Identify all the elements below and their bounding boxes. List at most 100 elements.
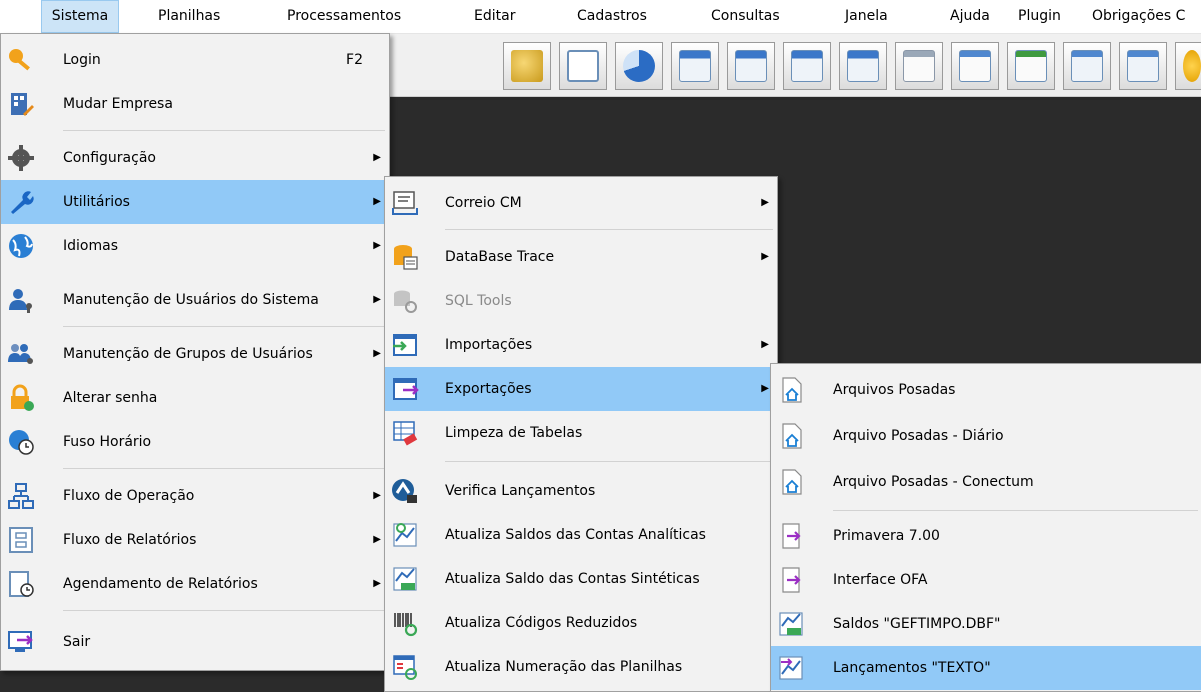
menu-item-atualiza-analiticas[interactable]: Atualiza Saldos das Contas Analíticas	[385, 513, 777, 557]
label: Saldos "GEFTIMPO.DBF"	[833, 616, 1001, 632]
label: Atualiza Códigos Reduzidos	[445, 615, 638, 631]
submenu-arrow-icon: ▶	[373, 294, 381, 305]
copy-chart-icon[interactable]	[559, 42, 607, 90]
pie-chart-icon[interactable]	[615, 42, 663, 90]
menu-item-configuracao[interactable]: Configuração ▶	[1, 136, 389, 180]
submenu-arrow-icon: ▶	[373, 490, 381, 501]
separator	[63, 130, 385, 131]
menu-item-saldos-geftimpo[interactable]: Saldos "GEFTIMPO.DBF"	[771, 602, 1201, 646]
separator	[833, 510, 1198, 511]
menu-item-sair[interactable]: Sair	[1, 620, 389, 664]
menu-item-fluxo-relatorios[interactable]: Fluxo de Relatórios ▶	[1, 518, 389, 562]
menu-editar[interactable]: Editar	[468, 0, 521, 33]
menu-consultas[interactable]: Consultas	[705, 0, 786, 33]
menu-item-interface-ofa[interactable]: Interface OFA	[771, 558, 1201, 602]
separator	[63, 610, 385, 611]
menu-item-atualiza-codigos[interactable]: Atualiza Códigos Reduzidos	[385, 601, 777, 645]
export-window-icon	[393, 378, 419, 400]
users-key-icon	[8, 344, 33, 364]
utilitarios-submenu: Correio CM ▶ DataBase Trace ▶ SQL Tools …	[384, 176, 778, 692]
submenu-arrow-icon: ▶	[373, 152, 381, 163]
menu-item-agendamento[interactable]: Agendamento de Relatórios ▶	[1, 562, 389, 606]
menu-ajuda[interactable]: Ajuda	[944, 0, 996, 33]
database-search-icon	[394, 290, 417, 313]
wrench-icon	[11, 191, 34, 214]
menu-processamentos[interactable]: Processamentos	[281, 0, 407, 33]
menu-bar: Sistema Planilhas Processamentos Editar …	[0, 0, 1201, 34]
label: Lançamentos "TEXTO"	[833, 660, 991, 676]
submenu-arrow-icon: ▶	[373, 578, 381, 589]
sun-icon[interactable]	[1175, 42, 1201, 90]
label: Manutenção de Usuários do Sistema	[63, 292, 319, 308]
window-check-icon[interactable]	[727, 42, 775, 90]
label: Atualiza Saldos das Contas Analíticas	[445, 527, 706, 543]
window-green-icon[interactable]	[1007, 42, 1055, 90]
label: Arquivo Posadas - Diário	[833, 428, 1004, 444]
menu-item-database-trace[interactable]: DataBase Trace ▶	[385, 235, 777, 279]
menu-item-fuso-horario[interactable]: Fuso Horário	[1, 420, 389, 464]
menu-plugin[interactable]: Plugin	[1012, 0, 1067, 33]
label: Atualiza Numeração das Planilhas	[445, 659, 683, 675]
submenu-arrow-icon: ▶	[373, 240, 381, 251]
key-icon	[9, 49, 30, 71]
menu-item-arquivos-posadas[interactable]: Arquivos Posadas	[771, 368, 1201, 412]
separator	[445, 461, 773, 462]
menu-item-atualiza-numeracao[interactable]: Atualiza Numeração das Planilhas	[385, 645, 777, 689]
submenu-arrow-icon: ▶	[373, 534, 381, 545]
menu-item-limpeza-tabelas[interactable]: Limpeza de Tabelas	[385, 411, 777, 455]
menu-item-sql-tools[interactable]: SQL Tools	[385, 279, 777, 323]
window-blank-icon[interactable]	[951, 42, 999, 90]
calendar-check-icon[interactable]	[671, 42, 719, 90]
label: Agendamento de Relatórios	[63, 576, 258, 592]
menu-item-alterar-senha[interactable]: Alterar senha	[1, 376, 389, 420]
label: SQL Tools	[445, 293, 512, 309]
label: Fluxo de Operação	[63, 488, 195, 504]
menu-item-lancamentos-texto[interactable]: Lançamentos "TEXTO"	[771, 646, 1201, 690]
separator	[63, 468, 385, 469]
label: Verifica Lançamentos	[445, 483, 596, 499]
menu-item-login[interactable]: Login F2	[1, 38, 389, 82]
document-house-icon	[782, 469, 802, 495]
coins-refresh-icon[interactable]	[503, 42, 551, 90]
label: Fluxo de Relatórios	[63, 532, 197, 548]
label: Idiomas	[63, 238, 118, 254]
calendar-grid-icon[interactable]	[839, 42, 887, 90]
label: Atualiza Saldo das Contas Sintéticas	[445, 571, 700, 587]
window-lightning-icon[interactable]	[1063, 42, 1111, 90]
menu-obrigacoes[interactable]: Obrigações C	[1086, 0, 1191, 33]
menu-planilhas[interactable]: Planilhas	[152, 0, 226, 33]
menu-item-primavera[interactable]: Primavera 7.00	[771, 514, 1201, 558]
menu-item-verifica-lancamentos[interactable]: Verifica Lançamentos	[385, 469, 777, 513]
menu-item-atualiza-sinteticas[interactable]: Atualiza Saldo das Contas Sintéticas	[385, 557, 777, 601]
verify-arrow-icon	[392, 479, 417, 503]
menu-cadastros[interactable]: Cadastros	[571, 0, 653, 33]
table-eraser-icon	[393, 421, 418, 446]
menu-item-utilitarios[interactable]: Utilitários ▶	[1, 180, 389, 224]
calendar-stop-icon[interactable]	[783, 42, 831, 90]
window-star-icon[interactable]	[895, 42, 943, 90]
import-window-icon	[393, 334, 417, 356]
menu-item-manutencao-usuarios[interactable]: Manutenção de Usuários do Sistema ▶	[1, 278, 389, 322]
menu-item-posadas-diario[interactable]: Arquivo Posadas - Diário	[771, 414, 1201, 458]
separator	[445, 229, 773, 230]
label: Configuração	[63, 150, 156, 166]
window-add-icon[interactable]	[1119, 42, 1167, 90]
submenu-arrow-icon: ▶	[761, 339, 769, 350]
menu-item-correio-cm[interactable]: Correio CM ▶	[385, 181, 777, 225]
document-house-icon	[782, 423, 802, 449]
menu-sistema[interactable]: Sistema	[41, 0, 119, 33]
shortcut-label: F2	[346, 52, 363, 68]
menu-item-exportacoes[interactable]: Exportações ▶	[385, 367, 777, 411]
label: Limpeza de Tabelas	[445, 425, 583, 441]
document-house-icon	[782, 377, 802, 403]
menu-item-idiomas[interactable]: Idiomas ▶	[1, 224, 389, 268]
mail-tray-icon	[392, 191, 418, 215]
menu-janela[interactable]: Janela	[839, 0, 894, 33]
barcode-refresh-icon	[394, 613, 418, 637]
menu-item-mudar-empresa[interactable]: Mudar Empresa	[1, 82, 389, 126]
submenu-arrow-icon: ▶	[761, 197, 769, 208]
menu-item-importacoes[interactable]: Importações ▶	[385, 323, 777, 367]
menu-item-fluxo-operacao[interactable]: Fluxo de Operação ▶	[1, 474, 389, 518]
menu-item-posadas-conectum[interactable]: Arquivo Posadas - Conectum	[771, 460, 1201, 504]
menu-item-manutencao-grupos[interactable]: Manutenção de Grupos de Usuários ▶	[1, 332, 389, 376]
